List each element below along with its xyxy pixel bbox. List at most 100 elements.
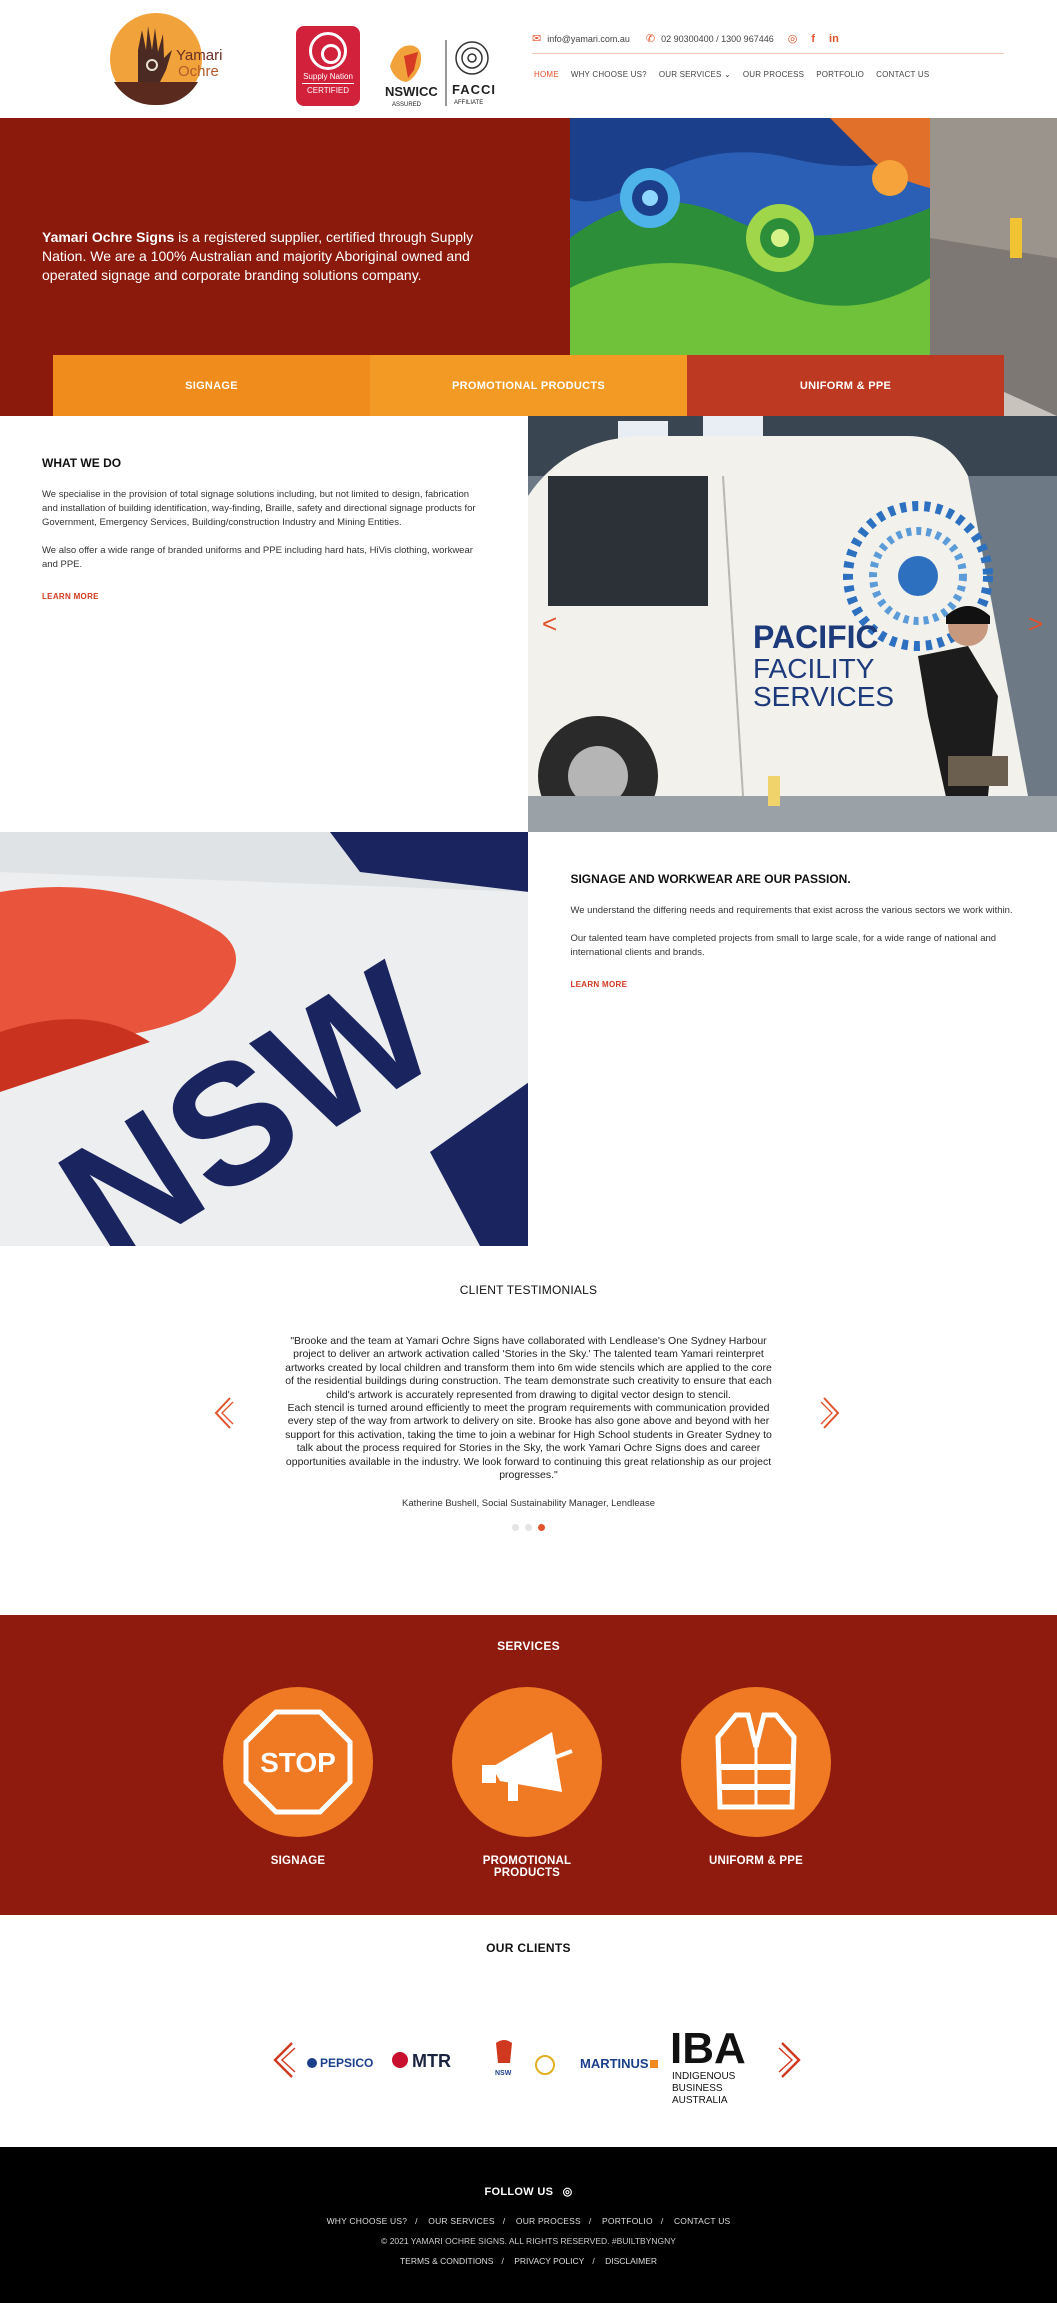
hero-banner: Yamari Ochre Signs is a registered suppl… (0, 118, 1057, 416)
tab-signage[interactable]: SIGNAGE (53, 355, 370, 416)
service-uniform-ppe[interactable]: UNIFORM & PPE (681, 1687, 831, 1867)
testimonial-next-arrow-icon[interactable] (820, 1396, 842, 1430)
copyright-icon: © (381, 2236, 388, 2246)
what-we-do-paragraph-1: We specialise in the provision of total … (42, 489, 476, 528)
svg-text:ASSURED: ASSURED (392, 102, 422, 108)
footer-link-portfolio[interactable]: PORTFOLIO (602, 2216, 653, 2226)
service-signage-label: SIGNAGE (270, 1855, 326, 1867)
testimonial-pagination (0, 1524, 1057, 1532)
site-header: Yamari Ochre Supply Nation CERTIFIED NSW… (0, 0, 1057, 118)
separator: / (592, 2256, 595, 2266)
separator: / (415, 2216, 418, 2226)
clients-next-arrow-icon[interactable] (778, 2041, 804, 2079)
legal-links: TERMS & CONDITIONS / PRIVACY POLICY / DISC… (0, 2256, 1057, 2266)
testimonials-section: CLIENT TESTIMONIALS "Brooke and the team… (0, 1246, 1057, 1615)
nav-portfolio[interactable]: PORTFOLIO (816, 70, 864, 79)
what-we-do-title: WHAT WE DO (42, 456, 122, 470)
passion-learn-more-link[interactable]: LEARN MORE (570, 980, 627, 989)
svg-text:FACILITY: FACILITY (753, 653, 875, 684)
supply-nation-mark-icon (309, 32, 347, 70)
passion-paragraph-1: We understand the differing needs and re… (570, 905, 1013, 916)
megaphone-icon (482, 1732, 573, 1801)
yamari-ochre-logo[interactable]: Yamari Ochre (108, 10, 228, 108)
nav-home[interactable]: HOME (534, 70, 559, 79)
svg-text:STOP: STOP (260, 1747, 336, 1778)
svg-text:PACIFIC: PACIFIC (753, 619, 879, 655)
copyright-text: 2021 YAMARI OCHRE SIGNS. ALL RIGHTS RESE… (389, 2236, 676, 2246)
separator: / (588, 2216, 592, 2226)
svg-text:NSWICC: NSWICC (385, 84, 438, 99)
svg-text:FACCI: FACCI (452, 82, 496, 97)
services-title: SERVICES (497, 1639, 560, 1653)
tab-promotional-products[interactable]: PROMOTIONAL PRODUCTS (370, 355, 687, 416)
nav-our-services[interactable]: OUR SERVICES ⌄ (659, 70, 731, 79)
chevron-down-icon: ⌄ (723, 70, 731, 79)
page: Yamari Ochre Supply Nation CERTIFIED NSW… (0, 0, 1057, 2303)
pagination-dot[interactable] (512, 1524, 519, 1532)
facebook-icon[interactable]: f (811, 33, 815, 45)
svg-text:Ochre: Ochre (178, 63, 219, 80)
what-we-do-text: WHAT WE DO We specialise in the provisio… (0, 416, 528, 832)
client-logos: PEPSICO MTR NSW MARTINUS IBA INDIGENOUS … (307, 2024, 746, 2106)
hero-brand: Yamari Ochre Signs (42, 229, 175, 245)
footer-link-contact-us[interactable]: CONTACT US (674, 2216, 730, 2226)
client-logo-iba: IBA (670, 2024, 746, 2073)
instagram-icon[interactable]: ◎ (563, 2186, 573, 2198)
nsw-sign-photo: NSW (0, 832, 529, 1246)
slider-next-arrow-icon[interactable]: > (1028, 609, 1043, 640)
nav-our-process[interactable]: OUR PROCESS (743, 70, 804, 79)
svg-text:SERVICES: SERVICES (753, 681, 894, 712)
passion-title: SIGNAGE AND WORKWEAR ARE OUR PASSION. (570, 872, 851, 886)
phone-link[interactable]: 02 90300400 / 1300 967446 (661, 34, 774, 44)
clients-prev-arrow-icon[interactable] (270, 2041, 296, 2079)
footer-links: WHY CHOOSE US? / OUR SERVICES / OUR PROCES… (0, 2216, 1057, 2226)
follow-us: FOLLOW US ◎ (0, 2147, 1057, 2198)
service-uniform-circle (681, 1687, 831, 1837)
client-logo-nsw: NSW (495, 2070, 512, 2077)
testimonials-title: CLIENT TESTIMONIALS (459, 1283, 598, 1297)
stop-sign-icon: STOP (243, 1709, 353, 1815)
copyright: © 2021 YAMARI OCHRE SIGNS. ALL RIGHTS RE… (0, 2236, 1057, 2246)
service-signage-circle: STOP (223, 1687, 373, 1837)
svg-text:BUSINESS: BUSINESS (672, 2083, 723, 2094)
passion-section: NSW SIGNAGE AND WORKWEAR ARE OUR PASSION… (0, 832, 1057, 1246)
services-row: STOP SIGNAGE PROMOTIONAL PRODUCTS UNIFOR… (0, 1687, 1057, 1897)
footer-link-why-choose-us[interactable]: WHY CHOOSE US? (327, 2216, 408, 2226)
hero-service-tabs: SIGNAGE PROMOTIONAL PRODUCTS UNIFORM & P… (53, 355, 1004, 416)
site-footer: FOLLOW US ◎ WHY CHOOSE US? / OUR SERVICES… (0, 2147, 1057, 2303)
service-uniform-label: UNIFORM & PPE (709, 1855, 803, 1867)
email-link[interactable]: info@yamari.com.au (547, 34, 630, 44)
legal-link-terms[interactable]: TERMS & CONDITIONS (400, 2256, 494, 2266)
nav-our-services-label: OUR SERVICES (658, 70, 722, 79)
van-photo: PACIFIC FACILITY SERVICES (528, 416, 1057, 832)
nav-contact-us[interactable]: CONTACT US (876, 70, 929, 79)
passion-text: SIGNAGE AND WORKWEAR ARE OUR PASSION. We… (528, 832, 1057, 1246)
passion-paragraph-2: Our talented team have completed project… (570, 933, 997, 958)
contact-bar: ✉ info@yamari.com.au ✆ 02 90300400 / 130… (532, 33, 1004, 54)
linkedin-icon[interactable]: in (829, 33, 839, 45)
instagram-icon[interactable]: ◎ (788, 32, 798, 45)
nsw-sign-photo-container: NSW (0, 832, 529, 1246)
service-signage[interactable]: STOP SIGNAGE (223, 1687, 373, 1867)
testimonial-prev-arrow-icon[interactable] (212, 1396, 234, 1430)
service-promotional-products[interactable]: PROMOTIONAL PRODUCTS (452, 1687, 602, 1879)
nswicc-facci-logo[interactable]: NSWICC ASSURED FACCI AFFILIATE (384, 36, 504, 108)
footer-link-our-services[interactable]: OUR SERVICES (428, 2216, 494, 2226)
supply-nation-certified: CERTIFIED (302, 83, 354, 95)
slider-prev-arrow-icon[interactable]: < (542, 609, 557, 640)
van-slider: PACIFIC FACILITY SERVICES < > (528, 416, 1057, 832)
what-we-do-learn-more-link[interactable]: LEARN MORE (42, 592, 99, 601)
supply-nation-logo[interactable]: Supply Nation CERTIFIED (296, 26, 360, 106)
footer-link-our-process[interactable]: OUR PROCESS (516, 2216, 581, 2226)
follow-us-label: FOLLOW US (484, 2186, 554, 2198)
client-logo-martinus: MARTINUS (580, 2056, 649, 2071)
nav-why-choose-us[interactable]: WHY CHOOSE US? (571, 70, 647, 79)
pagination-dot[interactable] (525, 1524, 532, 1532)
testimonial-quote-part-1: "Brooke and the team at Yamari Ochre Sig… (285, 1335, 772, 1401)
pagination-dot-active[interactable] (538, 1524, 545, 1532)
legal-link-disclaimer[interactable]: DISCLAIMER (605, 2256, 657, 2266)
legal-link-privacy[interactable]: PRIVACY POLICY (514, 2256, 584, 2266)
tab-uniform-ppe[interactable]: UNIFORM & PPE (687, 355, 1004, 416)
clients-title: OUR CLIENTS (486, 1941, 571, 1955)
separator: / (501, 2256, 504, 2266)
